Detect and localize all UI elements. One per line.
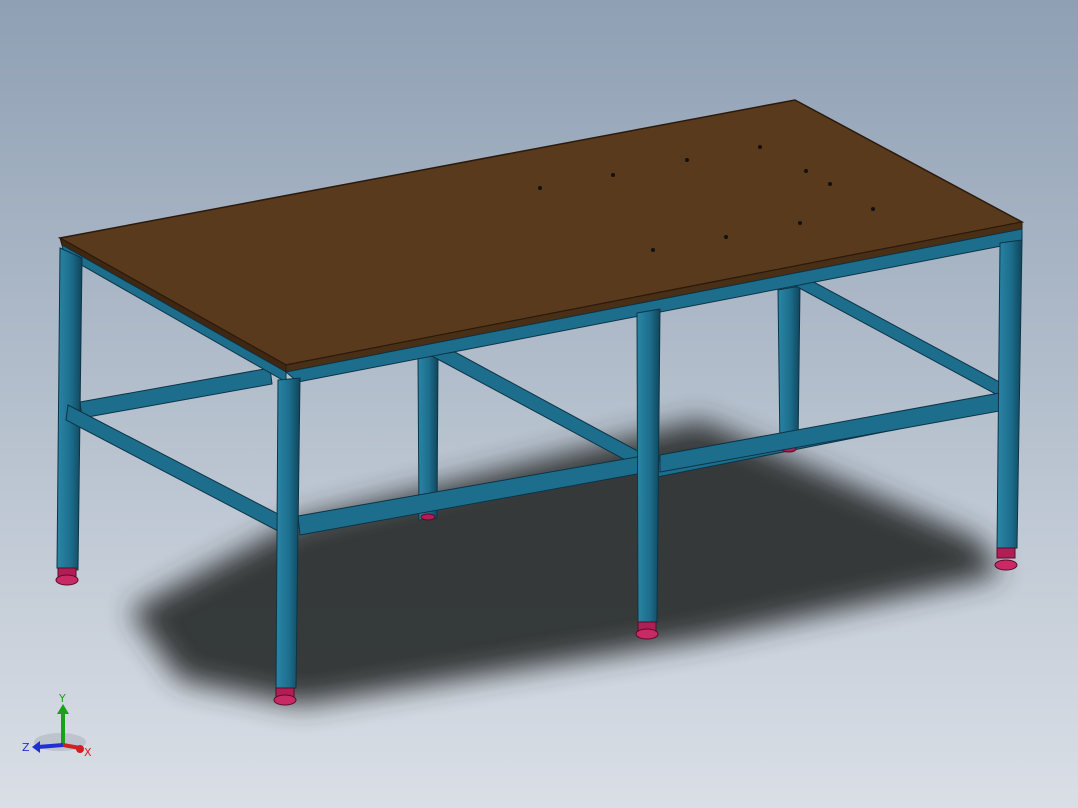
leg-front-corner	[275, 377, 301, 691]
triad-z-axis	[37, 743, 64, 749]
foot-front-corner	[273, 687, 297, 706]
leg-back-mid-right	[777, 285, 801, 451]
3d-viewport[interactable]: Y X Z	[0, 0, 1078, 808]
foot-front-center	[635, 621, 659, 640]
leg-front-center	[636, 308, 661, 625]
triad-z-label: Z	[22, 741, 30, 754]
triad-x-tip-icon	[76, 745, 84, 753]
model-scene[interactable]: Y X Z	[0, 0, 1078, 808]
foot-back-mid-left	[420, 513, 436, 521]
foot-front-left	[55, 567, 79, 586]
triad-y-label: Y	[58, 692, 66, 705]
triad-x-label: X	[84, 746, 92, 759]
